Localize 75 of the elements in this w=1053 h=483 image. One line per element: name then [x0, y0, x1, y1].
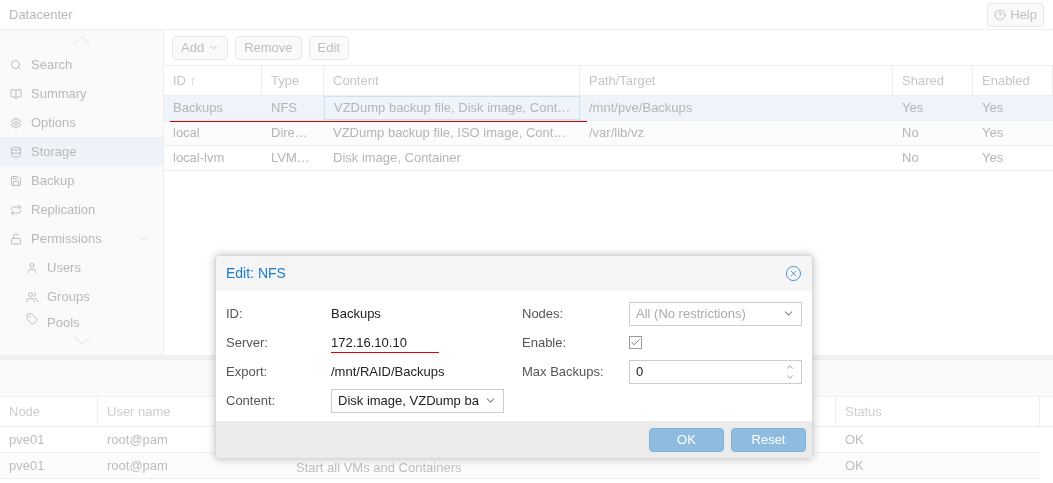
field-label: Enable: — [522, 333, 568, 352]
table-cell-text: local — [173, 124, 200, 143]
table-cell-text: local-lvm — [173, 149, 225, 168]
sidebar-item[interactable]: Search — [0, 50, 163, 79]
help-button[interactable]: Help — [987, 2, 1044, 27]
table-cell-text: LVM… — [271, 149, 310, 168]
gear-icon — [10, 116, 22, 129]
search-icon — [10, 58, 22, 71]
enable-checkbox[interactable] — [629, 336, 642, 349]
toolbar-button[interactable]: Edit — [308, 35, 349, 60]
tag-icon — [26, 313, 38, 325]
field-label: Server: — [226, 333, 269, 352]
table-cell-text: pve01 — [9, 456, 45, 475]
field-label: Content: — [226, 391, 277, 410]
max-backups-field[interactable]: 0 — [629, 359, 802, 384]
table-cell-text: No — [902, 149, 919, 168]
padlock-icon — [10, 232, 22, 245]
toolbar-button[interactable]: Remove — [235, 35, 302, 60]
column-header[interactable]: Type — [262, 66, 324, 95]
sidebar-item[interactable]: Users — [0, 253, 163, 282]
table-cell-text: Yes — [982, 124, 1004, 143]
table-cell-text: /var/lib/vz — [589, 124, 644, 143]
table-cell-text: OK — [845, 430, 864, 449]
sidebar-item[interactable]: Permissions — [0, 224, 163, 253]
header-title: Datacenter — [9, 5, 73, 24]
table-cell-text: Yes — [902, 99, 924, 118]
field-label: Export: — [226, 362, 269, 381]
column-header[interactable]: Path/Target — [580, 66, 893, 95]
nodes-select[interactable]: All (No restrictions) — [629, 301, 802, 326]
sidebar-item[interactable]: Groups — [0, 282, 163, 311]
sidebar-item[interactable]: Options — [0, 108, 163, 137]
table-cell-text: Yes — [982, 149, 1004, 168]
field-label: Nodes: — [522, 304, 565, 323]
sidebar-item[interactable]: Backup — [0, 166, 163, 195]
table-cell-text: VZDump backup file, Disk image, Cont… — [334, 99, 571, 118]
table-cell-text: Start all VMs and Containers — [296, 458, 462, 477]
dialog-title: Edit: NFS — [226, 264, 286, 283]
help-icon — [994, 8, 1007, 21]
table-cell-text: VZDump backup file, ISO image, Cont… — [333, 124, 567, 143]
table-cell-text: Backups — [173, 99, 223, 118]
field-value: /mnt/RAID/Backups — [331, 363, 445, 379]
book-icon — [10, 87, 22, 100]
field-label: Max Backups: — [522, 362, 605, 381]
sidebar-item[interactable]: Summary — [0, 79, 163, 108]
toolbar-button[interactable]: Add — [172, 35, 229, 60]
check-icon — [630, 337, 641, 348]
table-cell-text: root@pam — [107, 430, 168, 449]
table-row[interactable]: Backups NFS VZDump backup file, Disk image, Cont… /mnt/pve/Backups Yes Yes — [164, 96, 1053, 121]
field-value: 172.16.10.10 — [331, 334, 407, 350]
table-cell-text: pve01 — [9, 430, 45, 449]
users-icon — [26, 290, 38, 303]
sidebar-item[interactable]: Storage — [0, 137, 163, 166]
table-cell-text: Dire… — [271, 124, 308, 143]
user-icon — [26, 261, 38, 274]
table-cell-text: Yes — [982, 99, 1004, 118]
column-header[interactable]: ID ↑ — [164, 66, 262, 95]
table-cell-text: No — [902, 124, 919, 143]
close-icon[interactable] — [785, 265, 802, 282]
field-label: ID: — [226, 304, 244, 323]
table-cell-text: root@pam — [107, 456, 168, 475]
table-cell-text: NFS — [271, 99, 297, 118]
table-cell-text: /mnt/pve/Backups — [589, 99, 693, 118]
content-select[interactable]: Disk image, VZDump ba — [331, 388, 504, 413]
column-header[interactable]: Enabled — [973, 66, 1053, 95]
dialog-button[interactable]: Reset — [731, 427, 806, 452]
table-cell-text: Disk image, Container — [333, 149, 461, 168]
table-cell-text: OK — [845, 456, 864, 475]
repeat-icon — [10, 203, 22, 216]
database-icon — [10, 145, 22, 158]
column-header[interactable]: Content — [324, 66, 580, 95]
field-value: Backups — [331, 305, 381, 321]
column-header[interactable]: Shared — [893, 66, 973, 95]
sidebar-item[interactable]: Replication — [0, 195, 163, 224]
dialog-button[interactable]: OK — [649, 427, 724, 452]
sidebar-item[interactable]: Pools — [0, 311, 163, 328]
